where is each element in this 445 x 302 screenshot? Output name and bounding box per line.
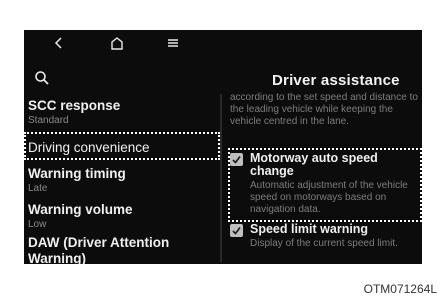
checkbox[interactable]: [230, 224, 243, 237]
highlight-motorway-auto-speed: [228, 148, 422, 222]
list-item-value: Low: [28, 219, 47, 230]
list-item-scc-response[interactable]: SCC response Standard: [28, 98, 214, 127]
page-title: Driver assistance: [272, 72, 400, 89]
menu-icon[interactable]: [166, 36, 180, 54]
chevron-left-icon[interactable]: [54, 36, 64, 54]
figure-caption: OTM071264L: [363, 282, 437, 296]
list-item-label: Warning volume: [28, 202, 133, 217]
search-icon[interactable]: [34, 70, 50, 91]
option-speed-limit-warning[interactable]: Speed limit warning Display of the curre…: [230, 223, 416, 250]
list-item-value: Late: [28, 183, 48, 194]
list-item-daw[interactable]: DAW (Driver Attention Warning): [28, 235, 214, 264]
top-bar: [24, 30, 422, 60]
highlight-driving-convenience: [24, 132, 220, 160]
panel-divider: [220, 94, 222, 262]
list-item-label: SCC response: [28, 98, 121, 113]
list-item-warning-timing[interactable]: Warning timing Late: [28, 166, 214, 195]
option-description-top: according to the set speed and distance …: [230, 92, 418, 128]
option-label: Speed limit warning: [250, 222, 369, 236]
infotainment-screen: Driver assistance SCC response Standard …: [24, 30, 422, 264]
list-item-label: Warning timing: [28, 166, 126, 181]
list-item-label: DAW (Driver Attention Warning): [28, 235, 170, 264]
option-description: Display of the current speed limit.: [250, 238, 398, 249]
description-text: according to the set speed and distance …: [230, 92, 418, 127]
list-item-warning-volume[interactable]: Warning volume Low: [28, 202, 214, 231]
list-item-value: Standard: [28, 115, 69, 126]
home-icon[interactable]: [110, 36, 124, 54]
